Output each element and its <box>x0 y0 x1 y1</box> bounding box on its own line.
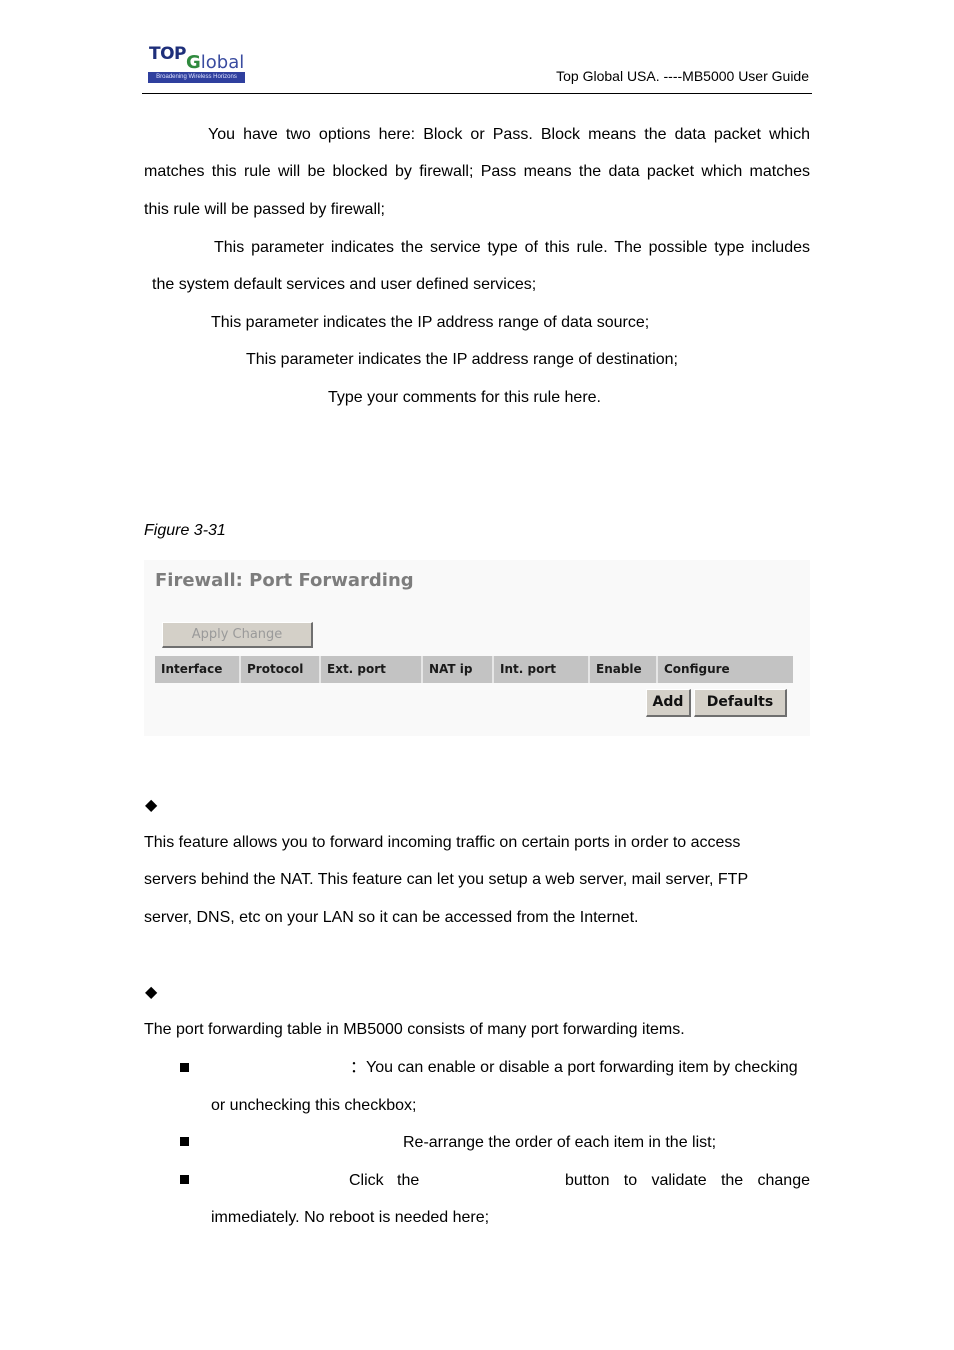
section-bullet-diamond-icon: ◆ <box>145 984 158 1001</box>
defaults-button[interactable]: Defaults <box>694 689 787 717</box>
top-global-logo: TOP Global Broadening Wireless Horizons <box>146 44 246 86</box>
document-header-title: Top Global USA. ----MB5000 User Guide <box>556 68 809 84</box>
table-description: The port forwarding table in MB5000 cons… <box>144 1021 685 1038</box>
enable-item-description-line1: ：You can enable or disable a port forwar… <box>350 1059 798 1076</box>
service-description-line1: This parameter indicates the service typ… <box>214 239 810 256</box>
feature-description-line2: servers behind the NAT. This feature can… <box>144 871 749 888</box>
apply-change-button[interactable]: Apply Change <box>162 622 313 648</box>
port-forwarding-figure: Firewall: Port Forwarding Apply Change I… <box>144 560 810 736</box>
apply-item-description-part-a: Click the <box>349 1172 420 1189</box>
enable-item-description-line2: or unchecking this checkbox; <box>211 1097 417 1114</box>
column-header-ext-port: Ext. port <box>321 656 423 683</box>
list-bullet-square-icon <box>180 1175 189 1184</box>
column-header-int-port: Int. port <box>494 656 590 683</box>
column-header-enable: Enable <box>590 656 658 683</box>
add-button[interactable]: Add <box>646 689 691 717</box>
feature-description-line1: This feature allows you to forward incom… <box>144 834 741 851</box>
header-divider <box>142 93 812 94</box>
logo-global-text: Global <box>186 52 244 73</box>
service-description-line2: the system default services and user def… <box>152 276 537 293</box>
globe-icon: G <box>186 52 201 73</box>
column-header-nat-ip: NAT ip <box>423 656 494 683</box>
list-bullet-square-icon <box>180 1137 189 1146</box>
figure-caption: Figure 3-31 <box>144 522 226 539</box>
action-description-line1: You have two options here: Block or Pass… <box>208 126 810 143</box>
logo-tagline: Broadening Wireless Horizons <box>148 72 245 83</box>
action-description-line2: matches this rule will be blocked by fir… <box>144 163 810 180</box>
apply-item-description-part-b: button to validate the change <box>565 1172 810 1189</box>
action-description-line3: this rule will be passed by firewall; <box>144 201 385 218</box>
column-header-configure: Configure <box>658 656 793 683</box>
comment-description: Type your comments for this rule here. <box>328 389 601 406</box>
port-forwarding-table-header: Interface Protocol Ext. port NAT ip Int.… <box>155 656 793 683</box>
logo-global-rest: lobal <box>200 52 245 73</box>
apply-item-description-line2: immediately. No reboot is needed here; <box>211 1209 490 1226</box>
destination-description: This parameter indicates the IP address … <box>246 351 678 368</box>
section-bullet-diamond-icon: ◆ <box>145 797 158 814</box>
rearrange-item-description: Re-arrange the order of each item in the… <box>403 1134 717 1151</box>
column-header-protocol: Protocol <box>241 656 321 683</box>
figure-page-title: Firewall: Port Forwarding <box>155 570 414 591</box>
list-bullet-square-icon <box>180 1063 189 1072</box>
source-description: This parameter indicates the IP address … <box>211 314 650 331</box>
feature-description-line3: server, DNS, etc on your LAN so it can b… <box>144 909 639 926</box>
column-header-interface: Interface <box>155 656 241 683</box>
logo-top-text: TOP <box>149 44 187 64</box>
